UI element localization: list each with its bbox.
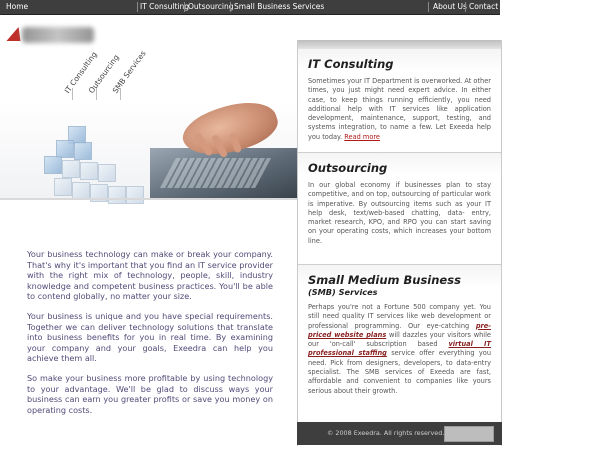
intro-paragraph: Your business is unique and you have spe… bbox=[27, 310, 273, 364]
nav-it-consulting[interactable]: IT Consulting bbox=[140, 0, 189, 14]
hero-graphic bbox=[0, 92, 297, 204]
footer-box bbox=[444, 426, 494, 442]
nav-about-us[interactable]: About Us bbox=[433, 0, 467, 14]
nav-outsourcing[interactable]: Outsourcing bbox=[188, 0, 234, 14]
page: Home IT Consulting Outsourcing Small Bus… bbox=[0, 0, 502, 455]
intro-paragraph: Your business technology can make or bre… bbox=[27, 249, 273, 302]
footer: © 2008 Exeedra. All rights reserved. bbox=[297, 422, 502, 445]
section-smb-services: Small Medium Business (SMB) Services Per… bbox=[298, 265, 501, 422]
nav-small-business-services[interactable]: Small Business Services bbox=[234, 0, 324, 14]
intro-paragraph: So make your business more profitable by… bbox=[27, 372, 273, 415]
section-it-consulting: IT Consulting Sometimes your IT Departme… bbox=[298, 49, 501, 153]
section-text: Sometimes your IT Department is overwork… bbox=[308, 77, 491, 141]
section-outsourcing: Outsourcing In our global economy if bus… bbox=[298, 153, 501, 265]
copyright-text: © 2008 Exeedra. All rights reserved. bbox=[327, 429, 445, 437]
section-body: In our global economy if businesses plan… bbox=[308, 181, 491, 245]
nav-home[interactable]: Home bbox=[6, 0, 28, 14]
company-logo[interactable] bbox=[6, 25, 99, 47]
section-subtitle: (SMB) Services bbox=[308, 287, 378, 297]
column-topbar bbox=[298, 40, 501, 49]
services-column: IT Consulting Sometimes your IT Departme… bbox=[297, 40, 502, 446]
logo-wordmark bbox=[22, 27, 94, 43]
section-body: Sometimes your IT Department is overwork… bbox=[308, 77, 491, 142]
section-text: Perhaps you're not a Fortune 500 company… bbox=[308, 303, 491, 330]
top-nav: Home IT Consulting Outsourcing Small Bus… bbox=[0, 0, 500, 15]
cubes-graphic bbox=[34, 116, 154, 226]
hero-shelf bbox=[0, 198, 297, 200]
section-title: IT Consulting bbox=[308, 57, 394, 71]
section-body: Perhaps you're not a Fortune 500 company… bbox=[308, 303, 491, 396]
intro-text: Your business technology can make or bre… bbox=[27, 249, 273, 424]
nav-divider bbox=[184, 2, 185, 12]
section-title: Small Medium Business bbox=[308, 273, 461, 287]
read-more-link[interactable]: Read more bbox=[344, 133, 380, 141]
nav-divider bbox=[465, 2, 466, 12]
section-title: Outsourcing bbox=[308, 161, 388, 175]
nav-contact[interactable]: Contact bbox=[469, 0, 498, 14]
nav-divider bbox=[428, 2, 429, 12]
nav-divider bbox=[230, 2, 231, 12]
nav-divider bbox=[137, 2, 138, 12]
